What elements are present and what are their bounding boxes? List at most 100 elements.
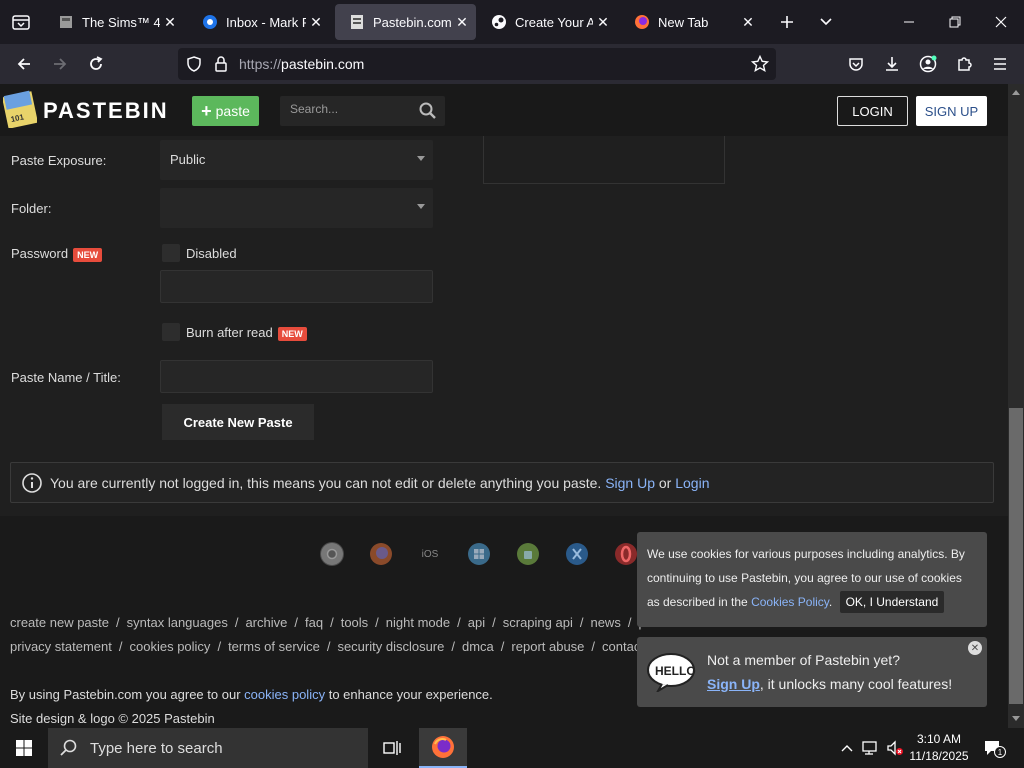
- footer-link[interactable]: terms of service: [228, 639, 320, 654]
- password-label-text: Password: [11, 246, 69, 261]
- page-scrollbar[interactable]: [1008, 84, 1024, 728]
- address-bar[interactable]: https://pastebin.com: [178, 48, 776, 80]
- footer-link[interactable]: syntax languages: [127, 615, 228, 630]
- close-window-button[interactable]: [978, 0, 1024, 44]
- exposure-select[interactable]: Public: [160, 140, 433, 180]
- arrow-left-icon: [17, 58, 30, 70]
- notice-signup-link[interactable]: Sign Up: [605, 475, 655, 491]
- notice-login-link[interactable]: Login: [675, 475, 709, 491]
- footer-link[interactable]: dmca: [462, 639, 494, 654]
- close-icon[interactable]: ✕: [160, 12, 180, 32]
- chrome-icon[interactable]: [320, 542, 344, 566]
- scroll-thumb[interactable]: [1009, 408, 1023, 704]
- notice-text: You are currently not logged in, this me…: [50, 475, 710, 491]
- tab-new-tab[interactable]: New Tab ✕: [620, 4, 762, 40]
- windows-icon[interactable]: [467, 542, 491, 566]
- forward-button[interactable]: [44, 48, 76, 80]
- footer-link[interactable]: news: [590, 615, 620, 630]
- scroll-down-icon[interactable]: [1012, 716, 1020, 721]
- footer-link[interactable]: security disclosure: [337, 639, 444, 654]
- volume-muted-icon[interactable]: [885, 738, 905, 758]
- new-paste-button[interactable]: + paste: [192, 96, 259, 126]
- taskbar-clock[interactable]: 3:10 AM 11/18/2025: [906, 731, 972, 765]
- menu-button[interactable]: [984, 48, 1016, 80]
- signup-button[interactable]: SIGN UP: [916, 96, 987, 126]
- close-icon[interactable]: ✕: [593, 12, 613, 32]
- member-signup-link[interactable]: Sign Up: [707, 676, 760, 692]
- footer-link[interactable]: faq: [305, 615, 323, 630]
- footer-links-row-1: create new paste / syntax languages / archiv…: [10, 615, 657, 630]
- chevron-up-icon[interactable]: [837, 738, 857, 758]
- footer-link[interactable]: night mode: [386, 615, 450, 630]
- burn-label: Burn after read NEW: [186, 325, 307, 341]
- taskbar-firefox[interactable]: [419, 728, 467, 768]
- footer-link[interactable]: cookies policy: [130, 639, 211, 654]
- tab-steam[interactable]: Create Your Acco ✕: [477, 4, 617, 40]
- close-icon[interactable]: ✕: [452, 12, 472, 32]
- side-panel: [483, 136, 725, 184]
- create-paste-button[interactable]: Create New Paste: [162, 404, 314, 440]
- footer-link[interactable]: scraping api: [503, 615, 573, 630]
- back-button[interactable]: [8, 48, 40, 80]
- footer-link[interactable]: archive: [245, 615, 287, 630]
- tab-inbox[interactable]: Inbox - Mark Ro ✕: [188, 4, 330, 40]
- star-icon[interactable]: [751, 55, 769, 73]
- tab-list-button[interactable]: [0, 0, 42, 44]
- download-icon: [886, 57, 898, 71]
- logo-text[interactable]: PASTEBIN: [43, 98, 169, 124]
- reload-icon: [90, 56, 103, 70]
- folder-select[interactable]: [160, 188, 433, 228]
- task-view-button[interactable]: [368, 728, 416, 768]
- cookies-policy-link[interactable]: Cookies Policy: [751, 595, 829, 609]
- footer-link[interactable]: api: [468, 615, 485, 630]
- title-label: Paste Name / Title:: [11, 370, 121, 385]
- lock-icon[interactable]: [214, 56, 228, 72]
- footer-link[interactable]: privacy statement: [10, 639, 112, 654]
- close-icon[interactable]: ✕: [738, 12, 758, 32]
- scroll-up-icon[interactable]: [1012, 90, 1020, 95]
- password-checkbox[interactable]: [162, 244, 180, 262]
- downloads-button[interactable]: [876, 48, 908, 80]
- new-badge: NEW: [277, 326, 307, 341]
- pastebin-logo[interactable]: 101: [3, 90, 37, 128]
- tab-pastebin[interactable]: Pastebin.com - #1 ✕: [335, 4, 476, 40]
- close-icon: [995, 16, 1007, 28]
- shield-icon[interactable]: [186, 56, 202, 72]
- mac-icon[interactable]: [565, 542, 589, 566]
- pocket-button[interactable]: [840, 48, 872, 80]
- account-button[interactable]: [912, 48, 944, 80]
- burn-checkbox[interactable]: [162, 323, 180, 341]
- start-button[interactable]: [0, 728, 48, 768]
- login-button[interactable]: LOGIN: [837, 96, 908, 126]
- password-input[interactable]: [160, 270, 433, 303]
- taskbar-search[interactable]: Type here to search: [48, 728, 368, 768]
- list-all-tabs-button[interactable]: [803, 0, 849, 44]
- network-icon[interactable]: [861, 738, 881, 758]
- close-icon[interactable]: ✕: [306, 12, 326, 32]
- tab-title: Create Your Acco: [515, 14, 593, 30]
- agree-cookies-link[interactable]: cookies policy: [244, 687, 325, 702]
- notice-message: You are currently not logged in, this me…: [50, 475, 602, 491]
- footer-link[interactable]: report abuse: [511, 639, 584, 654]
- cookie-accept-button[interactable]: OK, I Understand: [839, 591, 945, 613]
- title-input[interactable]: [160, 360, 433, 393]
- android-icon[interactable]: [516, 542, 540, 566]
- firefox-icon[interactable]: [369, 542, 393, 566]
- search-icon[interactable]: [419, 102, 437, 120]
- footer-link[interactable]: tools: [341, 615, 368, 630]
- tab-title: The Sims™ 4 | Do: [82, 14, 160, 30]
- footer-link[interactable]: create new paste: [10, 615, 109, 630]
- close-icon[interactable]: ✕: [968, 641, 982, 655]
- minimize-button[interactable]: [886, 0, 932, 44]
- opera-icon[interactable]: [614, 542, 638, 566]
- password-label: Password NEW: [11, 246, 103, 262]
- copyright: Site design & logo © 2025 Pastebin: [10, 711, 215, 726]
- ios-icon[interactable]: iOS: [418, 542, 442, 566]
- tab-sims[interactable]: The Sims™ 4 | Do ✕: [44, 4, 184, 40]
- reload-button[interactable]: [80, 48, 112, 80]
- extensions-button[interactable]: [948, 48, 980, 80]
- search-input[interactable]: [290, 102, 410, 116]
- footer-links-row-2: privacy statement / cookies policy / terms o…: [10, 639, 644, 654]
- restore-button[interactable]: [932, 0, 978, 44]
- notifications-button[interactable]: 1: [982, 738, 1006, 758]
